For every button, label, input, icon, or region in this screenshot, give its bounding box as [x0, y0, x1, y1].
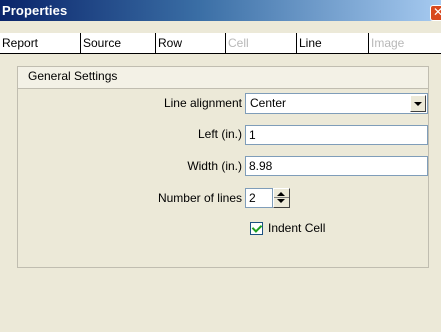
- chevron-down-icon[interactable]: [410, 95, 426, 112]
- close-icon: ✕: [433, 6, 441, 19]
- line-alignment-value: Center: [250, 96, 287, 110]
- tab-cell[interactable]: Cell: [226, 33, 297, 54]
- line-alignment-label: Line alignment: [163, 96, 242, 110]
- tab-source[interactable]: Source: [81, 33, 156, 54]
- left-input[interactable]: [245, 125, 428, 145]
- left-label: Left (in.): [197, 127, 242, 141]
- tab-row[interactable]: Row: [156, 33, 226, 54]
- stepper-divider: [274, 197, 289, 198]
- panel-header: General Settings: [18, 67, 428, 89]
- tab-image[interactable]: Image: [369, 33, 441, 54]
- arrow-up-icon[interactable]: [277, 192, 285, 196]
- indent-cell-label[interactable]: Indent Cell: [268, 221, 325, 235]
- width-input[interactable]: [245, 156, 428, 176]
- line-alignment-select[interactable]: Center: [245, 93, 428, 114]
- width-label: Width (in.): [187, 159, 242, 173]
- number-of-lines-stepper[interactable]: [273, 188, 290, 208]
- arrow-down-icon[interactable]: [277, 199, 285, 203]
- tab-bar: Report Source Row Cell Line Image: [0, 33, 441, 54]
- tab-report[interactable]: Report: [0, 33, 81, 54]
- title-bar[interactable]: Properties ✕: [0, 0, 441, 21]
- check-icon: [251, 222, 263, 233]
- number-of-lines-label: Number of lines: [157, 191, 242, 205]
- indent-cell-checkbox[interactable]: [250, 222, 263, 235]
- tab-line[interactable]: Line: [297, 33, 369, 54]
- close-button[interactable]: ✕: [430, 5, 441, 21]
- number-of-lines-input[interactable]: [245, 188, 273, 208]
- window-title: Properties: [2, 3, 68, 18]
